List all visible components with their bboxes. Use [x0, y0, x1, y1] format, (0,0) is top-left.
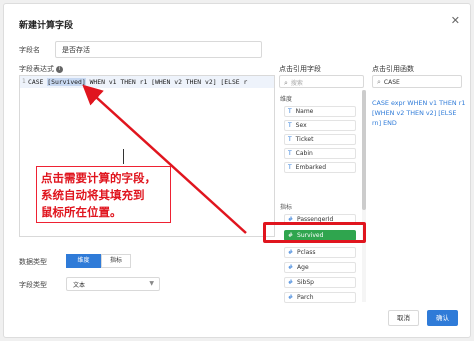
expression-code[interactable]: CASE [Survived] WHEN v1 THEN r1 [WHEN v2… — [28, 78, 247, 86]
line-number: 1 — [22, 78, 26, 85]
field-item-name[interactable]: T Name — [284, 106, 356, 117]
functions-column-title: 点击引用函数 — [372, 65, 414, 73]
confirm-button[interactable]: 确认 — [427, 310, 458, 326]
annotation-line-2: 系统自动将其填充到 — [41, 188, 145, 202]
annotation-line-3: 鼠标所在位置。 — [41, 205, 122, 219]
field-search-placeholder: 搜索 — [290, 80, 303, 87]
number-type-icon: # — [288, 264, 294, 271]
number-type-icon: # — [288, 279, 294, 286]
field-item-label: Ticket — [295, 136, 314, 143]
search-icon: ⌕ — [377, 78, 381, 86]
field-type-select[interactable]: 文本 ▼ — [66, 277, 160, 291]
expression-label-text: 字段表达式 — [19, 65, 54, 73]
field-name-input[interactable]: 是否存活 — [55, 41, 262, 58]
data-type-label: 数据类型 — [19, 258, 47, 266]
text-type-icon: T — [288, 150, 292, 157]
info-icon[interactable]: i — [56, 65, 63, 73]
field-name-label: 字段名 — [19, 46, 40, 54]
field-item-ticket[interactable]: T Ticket — [284, 134, 356, 145]
field-type-label: 字段类型 — [19, 281, 47, 289]
dialog-title: 新建计算字段 — [19, 21, 74, 31]
data-type-dimension-option[interactable]: 维度 — [66, 254, 101, 268]
expr-suffix: WHEN v1 THEN r1 [WHEN v2 THEN v2] [ELSE … — [85, 78, 248, 86]
field-item-label: Parch — [297, 294, 314, 301]
search-icon: ⌕ — [284, 79, 288, 87]
expression-label: 字段表达式 i — [19, 64, 63, 74]
highlight-frame — [263, 222, 366, 243]
annotation-line-1: 点击需要计算的字段， — [41, 171, 156, 185]
field-item-embarked[interactable]: T Embarked — [284, 162, 356, 173]
scrollbar-thumb[interactable] — [362, 90, 366, 210]
field-item-label: Name — [295, 108, 314, 115]
text-type-icon: T — [288, 122, 292, 129]
function-search-value: CASE — [383, 79, 400, 86]
field-item-label: Embarked — [295, 164, 327, 171]
number-type-icon: # — [288, 249, 294, 256]
field-type-value: 文本 — [73, 282, 86, 289]
chevron-down-icon: ▼ — [149, 280, 154, 287]
function-syntax-link[interactable]: CASE expr WHEN v1 THEN r1 [WHEN v2 THEN … — [372, 98, 467, 128]
field-item-label: Pclass — [297, 249, 316, 256]
field-item-label: Sex — [295, 122, 307, 129]
field-item-parch[interactable]: # Parch — [284, 292, 356, 303]
text-type-icon: T — [288, 108, 292, 115]
dimension-group-title: 维度 — [280, 96, 293, 103]
field-item-sex[interactable]: T Sex — [284, 120, 356, 131]
field-item-age[interactable]: # Age — [284, 262, 356, 273]
expr-prefix: CASE — [28, 78, 48, 86]
metric-group-title: 指标 — [280, 204, 293, 211]
text-type-icon: T — [288, 136, 292, 143]
fields-list-panel: 维度 T Name T Sex T Ticket T Cabin T Embarked 指… — [279, 90, 369, 305]
text-cursor — [123, 149, 124, 164]
number-type-icon: # — [288, 294, 294, 301]
field-item-pclass[interactable]: # Pclass — [284, 247, 356, 258]
data-type-metric-option[interactable]: 指标 — [101, 254, 131, 268]
annotation-text: 点击需要计算的字段， 系统自动将其填充到 鼠标所在位置。 — [41, 170, 156, 221]
field-item-label: SibSp — [297, 279, 314, 286]
field-item-sibsp[interactable]: # SibSp — [284, 277, 356, 288]
close-icon[interactable]: ✕ — [451, 14, 460, 27]
text-type-icon: T — [288, 164, 292, 171]
field-item-label: Age — [297, 264, 309, 271]
field-search-input[interactable]: ⌕ 搜索 — [279, 75, 364, 88]
field-item-cabin[interactable]: T Cabin — [284, 148, 356, 159]
annotation-box: 点击需要计算的字段， 系统自动将其填充到 鼠标所在位置。 — [36, 166, 171, 223]
field-item-label: Cabin — [295, 150, 313, 157]
cancel-button[interactable]: 取消 — [388, 310, 419, 326]
fields-column-title: 点击引用字段 — [279, 65, 321, 73]
calculated-field-dialog: 新建计算字段 ✕ 字段名 是否存活 字段表达式 i 1 CASE [Survive… — [3, 3, 471, 338]
function-search-input[interactable]: ⌕ CASE — [372, 75, 462, 88]
fields-scrollbar[interactable] — [362, 90, 366, 302]
expr-highlighted-field: [Survived] — [47, 78, 86, 86]
